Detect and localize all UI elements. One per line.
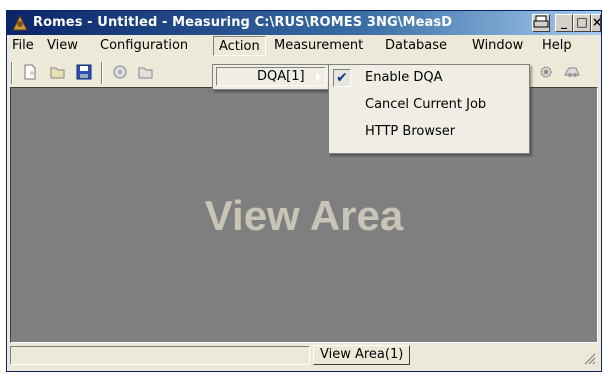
open-file-icon[interactable]	[137, 63, 155, 81]
maximize-button[interactable]: □	[573, 14, 591, 32]
printer-icon[interactable]	[532, 14, 550, 32]
menu-item-cancel-current-job-label: Cancel Current Job	[365, 97, 487, 112]
submenu-arrow-icon	[316, 72, 321, 82]
toolbar-separator	[101, 62, 103, 84]
save-disk-icon[interactable]	[75, 63, 93, 81]
menu-configuration[interactable]: Configuration	[100, 38, 188, 53]
menu-item-enable-dqa-label: Enable DQA	[365, 70, 443, 85]
settings-gear-icon[interactable]	[537, 63, 555, 81]
checkmark-icon: ✔	[333, 69, 351, 87]
menu-file[interactable]: File	[12, 38, 34, 53]
menu-window[interactable]: Window	[472, 38, 523, 53]
menu-item-dqa[interactable]: DQA[1]	[216, 67, 326, 86]
minimize-button[interactable]: _	[555, 14, 573, 32]
menu-action[interactable]: Action	[213, 36, 266, 56]
status-bar: View Area(1)	[10, 345, 598, 367]
menu-item-cancel-current-job[interactable]: Cancel Current Job	[329, 94, 529, 116]
menu-database[interactable]: Database	[385, 38, 447, 53]
menu-measurement[interactable]: Measurement	[274, 38, 363, 53]
menu-help[interactable]: Help	[542, 38, 572, 53]
menu-item-dqa-label: DQA[1]	[257, 69, 305, 84]
dqa-submenu: ✔ Enable DQA Cancel Current Job HTTP Bro…	[328, 64, 530, 154]
record-icon[interactable]	[111, 63, 129, 81]
action-menu: DQA[1]	[212, 64, 332, 90]
view-area-tab[interactable]: View Area(1)	[313, 345, 411, 365]
app-logo-icon	[12, 14, 28, 31]
menu-item-http-browser-label: HTTP Browser	[365, 124, 456, 139]
menu-item-http-browser[interactable]: HTTP Browser	[329, 121, 529, 143]
resize-grip-icon[interactable]	[582, 351, 596, 365]
view-area-label: View Area	[204, 192, 404, 239]
menu-bar: File View Configuration Action Measureme…	[7, 35, 601, 57]
new-document-icon[interactable]	[21, 63, 39, 81]
title-bar[interactable]: Romes - Untitled - Measuring C:\RUS\ROME…	[7, 11, 602, 35]
status-field	[10, 346, 310, 365]
menu-view[interactable]: View	[47, 38, 78, 53]
print-glyph-icon	[533, 15, 549, 28]
open-folder-icon[interactable]	[49, 63, 67, 81]
toolbar-grip	[11, 62, 13, 84]
window-title: Romes - Untitled - Measuring C:\RUS\ROME…	[33, 15, 453, 30]
menu-item-enable-dqa[interactable]: ✔ Enable DQA	[329, 67, 529, 89]
close-button[interactable]: ×	[591, 14, 602, 32]
log-icon[interactable]	[563, 63, 581, 81]
